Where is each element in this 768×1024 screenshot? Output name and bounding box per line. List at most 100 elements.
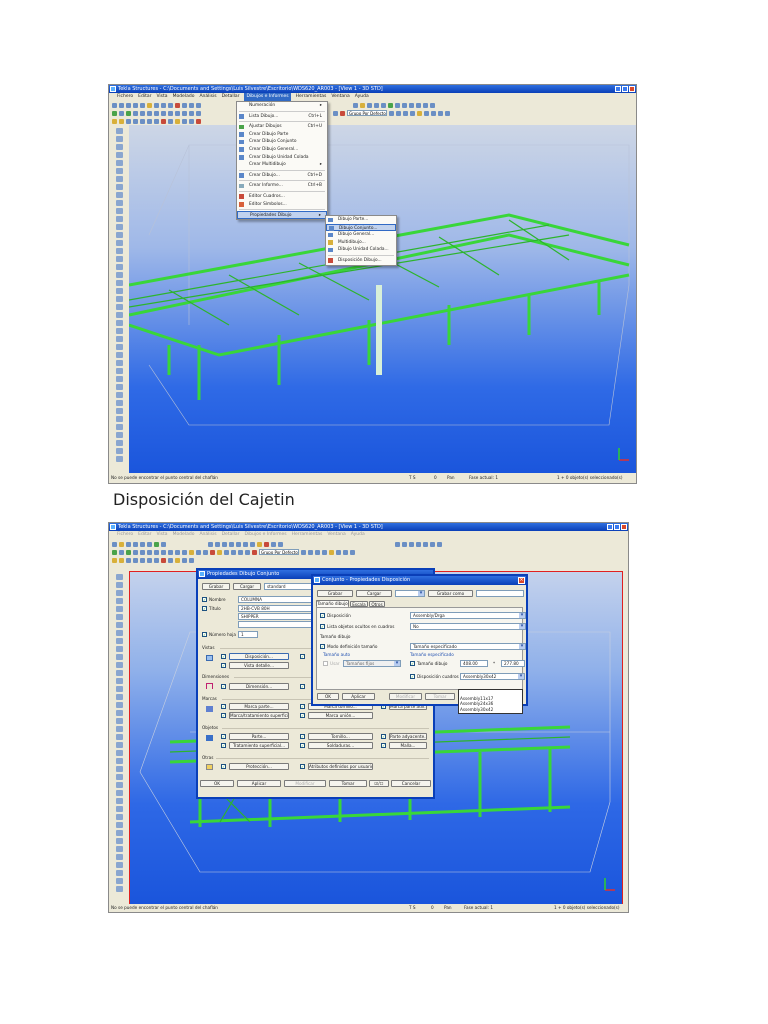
submenu-disposicion-dibujo[interactable]: Disposición Dibujo... <box>326 257 396 265</box>
sheet-field[interactable]: 1 <box>238 631 258 638</box>
drawing-size-checkbox[interactable]: ✓ <box>410 661 415 666</box>
minimize-button[interactable] <box>607 524 613 530</box>
part-mark-checkbox[interactable]: ✓ <box>221 704 226 709</box>
close-icon[interactable]: × <box>518 577 525 584</box>
layout-select[interactable]: Assembly/Drga <box>410 612 526 619</box>
menu-vista[interactable]: Vista <box>156 93 167 101</box>
menu-modelado[interactable]: Modelado <box>173 93 195 101</box>
part-checkbox[interactable]: ✓ <box>221 734 226 739</box>
apply-button[interactable]: Aplicar <box>342 693 375 700</box>
ok-button[interactable]: OK <box>317 693 339 700</box>
menu-item-ajustar-dibujos[interactable]: Ajustar Dibujos Ctrl+U <box>237 123 327 131</box>
title-checkbox[interactable]: ✓ <box>202 606 207 611</box>
views-checkbox-2[interactable]: ✓ <box>300 654 305 659</box>
title1-field[interactable]: 2HB-CVB 80H <box>238 605 318 612</box>
close-button[interactable] <box>629 86 635 92</box>
maximize-button[interactable] <box>622 86 628 92</box>
grid-button[interactable]: Malla... <box>389 742 427 749</box>
menu-herramientas[interactable]: Herramientas <box>296 93 327 101</box>
dimension-button[interactable]: Dimensión... <box>229 683 289 690</box>
weld-mark-button[interactable]: Marca unión... <box>308 712 373 719</box>
maximize-button[interactable] <box>614 524 620 530</box>
toggle-all-button[interactable]: ☑/☐ <box>369 780 389 787</box>
menu-item-crear-dibujo[interactable]: Crear Dibujo... Ctrl+D <box>237 172 327 180</box>
title2-field[interactable]: SHIPPER <box>238 613 318 620</box>
menu-item-crear-colada[interactable]: Crear Dibujo Unidad Colada <box>237 154 327 162</box>
modify-button[interactable]: Modificar <box>284 780 326 787</box>
adjacent-part-button[interactable]: Parte adyacente... <box>389 733 427 740</box>
submenu-dibujo-conjunto[interactable]: Dibujo Conjunto... <box>326 223 396 232</box>
get-button[interactable]: Tomar <box>329 780 367 787</box>
menu-editar[interactable]: Editar <box>138 531 151 539</box>
menu-herramientas[interactable]: Herramientas <box>292 531 323 539</box>
name-field[interactable]: COLUMNA <box>238 596 318 603</box>
adjacent-part-checkbox[interactable]: ✓ <box>381 734 386 739</box>
udas-button[interactable]: Atributos definidos por usuario... <box>308 763 373 770</box>
part-button[interactable]: Parte... <box>229 733 289 740</box>
menu-analisis[interactable]: Análisis <box>199 531 216 539</box>
width-field[interactable]: 408.00 <box>460 660 488 667</box>
load-button[interactable]: Cargar <box>356 590 392 597</box>
protection-checkbox[interactable]: ✓ <box>221 764 226 769</box>
welds-button[interactable]: Soldaduras... <box>308 742 373 749</box>
menu-item-crear-multidibujo[interactable]: Crear Multidibujo ▸ <box>237 161 327 169</box>
menu-dibujos[interactable]: Dibujos e Informes <box>244 531 286 539</box>
save-button[interactable]: Grabar <box>202 583 230 590</box>
fixed-sizes-select[interactable]: Tamaños fijos <box>343 660 401 667</box>
close-button[interactable] <box>621 524 627 530</box>
size-mode-select[interactable]: Tamaño especificado <box>410 643 526 650</box>
menu-fichero[interactable]: Fichero <box>117 93 133 101</box>
surface-checkbox[interactable]: ✓ <box>221 743 226 748</box>
menu-item-crear-general[interactable]: Crear Dibujo General... <box>237 146 327 154</box>
udas-checkbox[interactable]: ✓ <box>300 764 305 769</box>
save-as-field[interactable] <box>476 590 524 597</box>
detail-checkbox[interactable]: ✓ <box>221 663 226 668</box>
apply-button[interactable]: Aplicar <box>237 780 281 787</box>
submenu-multidibujo[interactable]: Multidibujo... <box>326 239 396 247</box>
menu-detallar[interactable]: Detallar <box>222 531 240 539</box>
sheet-checkbox[interactable]: ✓ <box>202 632 207 637</box>
get-button[interactable]: Tomar <box>425 693 455 700</box>
menu-item-crear-conjunto[interactable]: Crear Dibujo Conjunto <box>237 138 327 146</box>
hidden-objects-checkbox[interactable]: ✓ <box>320 624 325 629</box>
size-mode-checkbox[interactable]: ✓ <box>320 644 325 649</box>
bolt-mark-checkbox[interactable]: ✓ <box>300 704 305 709</box>
bolt-button[interactable]: Tornillo... <box>308 733 373 740</box>
load-button[interactable]: Cargar <box>233 583 261 590</box>
menu-item-lista-dibujo[interactable]: Lista Dibujo... Ctrl+L <box>237 113 327 121</box>
cancel-button[interactable]: Cancelar <box>391 780 431 787</box>
menu-item-crear-parte[interactable]: Crear Dibujo Parte <box>237 131 327 139</box>
bolt-checkbox[interactable]: ✓ <box>300 734 305 739</box>
menu-modelado[interactable]: Modelado <box>173 531 195 539</box>
surface-mark-button[interactable]: Marca/tratamiento superficial... <box>229 712 289 719</box>
save-as-button[interactable]: Grabar como <box>428 590 473 597</box>
menu-ventana[interactable]: Ventana <box>331 93 349 101</box>
layout-checkbox[interactable]: ✓ <box>221 654 226 659</box>
name-checkbox[interactable]: ✓ <box>202 597 207 602</box>
group-combo[interactable]: Grupo Por Defecto <box>259 549 299 555</box>
part-mark-button[interactable]: Marca parte... <box>229 703 289 710</box>
ok-button[interactable]: OK <box>200 780 234 787</box>
3d-view[interactable] <box>129 125 636 475</box>
menu-editar[interactable]: Editar <box>138 93 151 101</box>
modify-button[interactable]: Modificar <box>389 693 422 700</box>
detail-view-button[interactable]: Vista detalle... <box>229 662 289 669</box>
submenu-dibujo-colada[interactable]: Dibujo Unidad Colada... <box>326 246 396 254</box>
menu-analisis[interactable]: Análisis <box>199 93 216 101</box>
menu-item-numeracion[interactable]: Numeración ▸ <box>237 102 327 110</box>
menu-item-propiedades-dibujo[interactable]: Propiedades Dibujo ▸ <box>237 211 327 219</box>
grid-checkbox[interactable]: ✓ <box>381 743 386 748</box>
height-field[interactable]: 277.80 <box>501 660 525 667</box>
submenu-dibujo-parte[interactable]: Dibujo Parte... <box>326 216 396 224</box>
surface-button[interactable]: Tratamiento superficial... <box>229 742 289 749</box>
weld-mark-checkbox[interactable]: ✓ <box>300 713 305 718</box>
title3-field[interactable] <box>238 621 318 628</box>
menu-ayuda[interactable]: Ayuda <box>351 531 365 539</box>
minimize-button[interactable] <box>615 86 621 92</box>
preset-field[interactable]: standard <box>264 583 314 590</box>
layout-button[interactable]: Disposición... <box>229 653 289 660</box>
table-option[interactable]: Assembly30x42 <box>460 707 522 713</box>
menu-item-crear-informe[interactable]: Crear Informe... Ctrl+B <box>237 182 327 190</box>
menu-ayuda[interactable]: Ayuda <box>355 93 369 101</box>
save-button[interactable]: Grabar <box>317 590 353 597</box>
